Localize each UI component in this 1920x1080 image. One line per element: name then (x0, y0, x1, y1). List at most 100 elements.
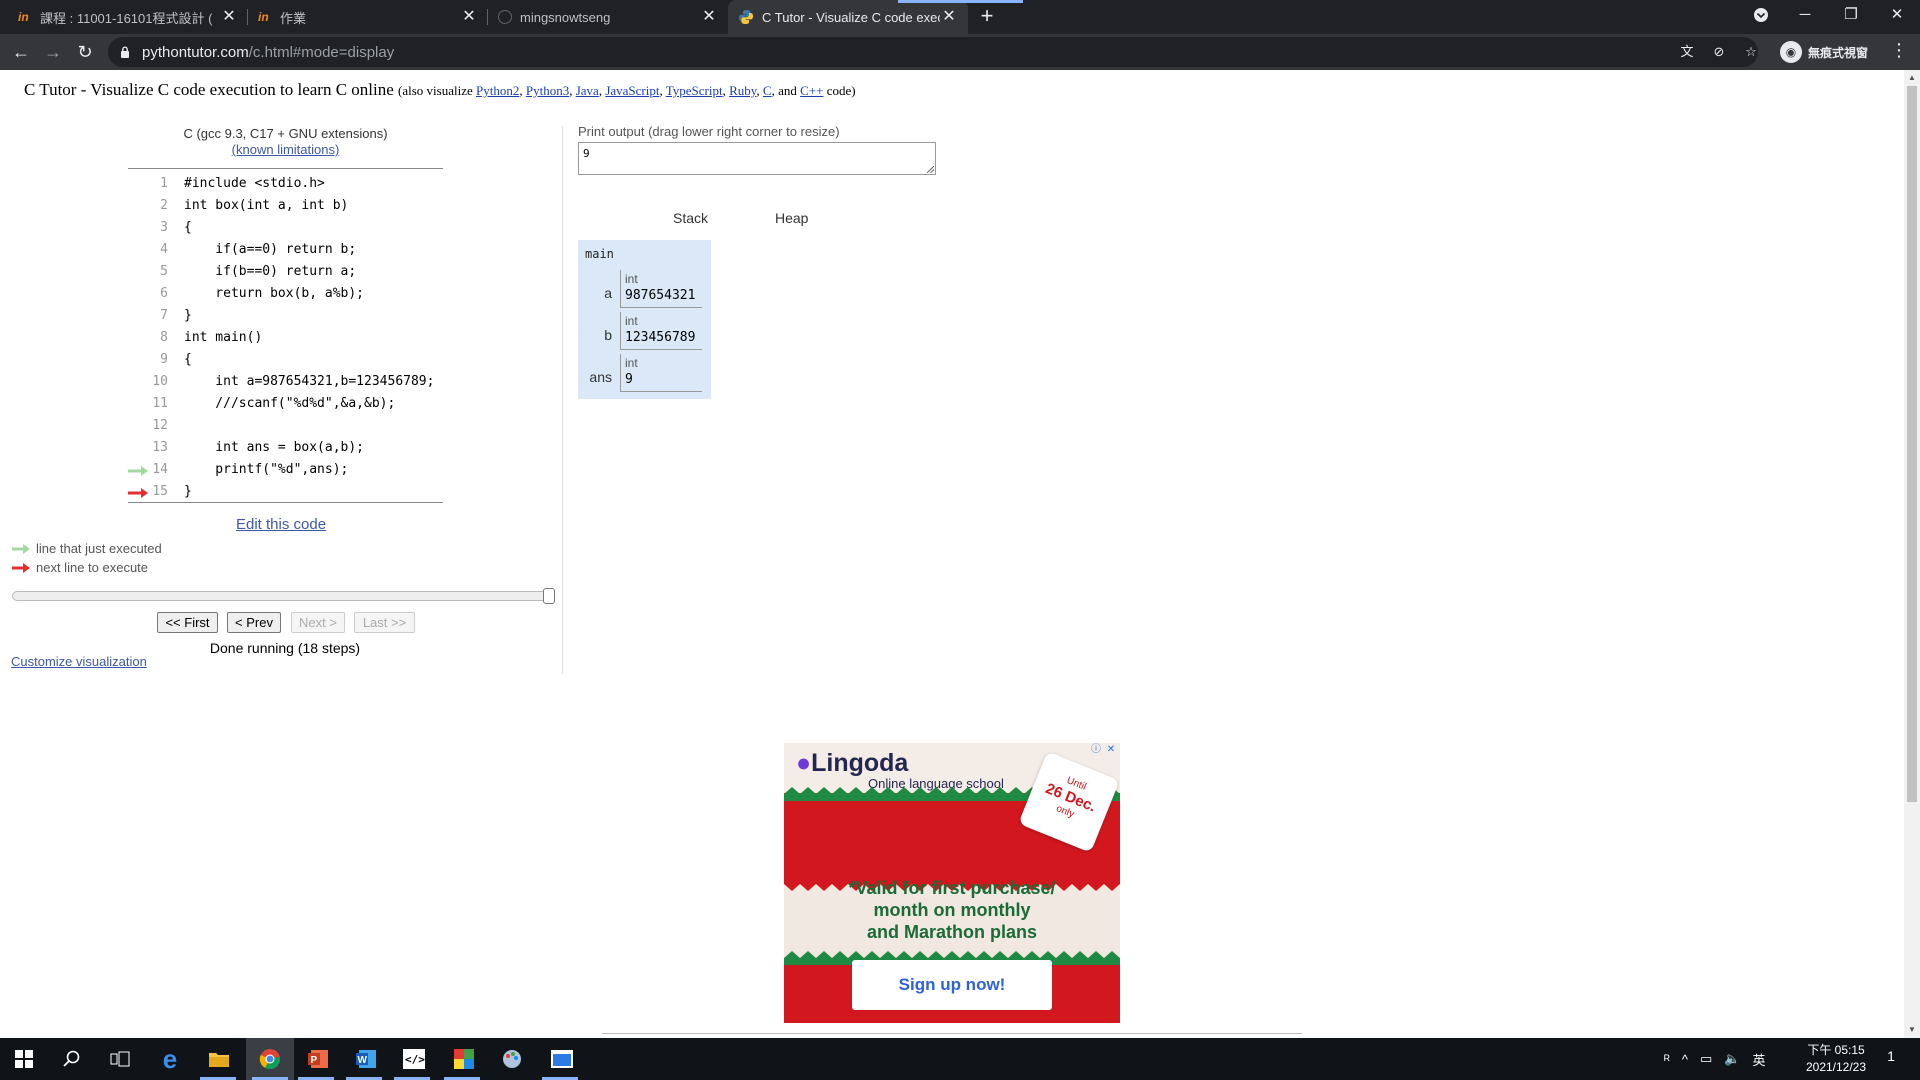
line-number: 9 (160, 352, 168, 367)
new-tab-button[interactable]: + (975, 5, 999, 29)
chevron-up-icon[interactable]: ^ (1682, 1052, 1688, 1067)
ad-choices[interactable]: ⓘ ✕ (1090, 744, 1117, 756)
ad-close-icon[interactable]: ✕ (1105, 744, 1117, 756)
ad-brand: Lingoda (811, 749, 909, 777)
tab-course[interactable]: in 課程 : 11001-16101程式設計 ( ✕ (8, 0, 248, 34)
ad-info-icon[interactable]: ⓘ (1090, 744, 1102, 756)
minimize-icon[interactable]: ─ (1782, 0, 1828, 30)
more-menu-icon[interactable]: ⋮ (1890, 40, 1908, 61)
line-number: 5 (160, 264, 168, 279)
tab-search-icon[interactable] (1738, 0, 1784, 30)
close-icon[interactable]: ✕ (700, 8, 718, 26)
last-button[interactable]: Last >> (354, 612, 415, 633)
ad-logo: ●Lingoda (796, 749, 908, 778)
address-bar[interactable]: pythontutor.com/c.html#mode=display 文 ⊘ … (108, 37, 1758, 67)
customize-link[interactable]: Customize visualization (11, 654, 147, 669)
heap-label: Heap (775, 210, 809, 226)
ime-indicator[interactable]: 英 (1752, 1050, 1765, 1069)
also-visualize: (also visualize Python2, Python3, Java, … (398, 83, 856, 98)
execution-slider[interactable] (12, 588, 555, 604)
var-cell: int 987654321 (620, 270, 702, 308)
frame-name: main (585, 247, 614, 261)
first-button[interactable]: << First (157, 612, 218, 633)
network-icon[interactable]: ▭ (1700, 1051, 1712, 1067)
link-ruby[interactable]: Ruby (729, 83, 756, 98)
app-grid-icon[interactable] (448, 1043, 480, 1075)
people-icon[interactable]: ᴿ (1664, 1052, 1670, 1067)
notification-icon[interactable]: 1 (1880, 1048, 1902, 1070)
forward-icon[interactable]: → (41, 40, 65, 64)
line-number: 11 (152, 396, 168, 411)
line-number: 1 (160, 176, 168, 191)
ad-text-line: *Valid for first purchase/ (848, 878, 1056, 898)
code-editor-icon[interactable]: </> (398, 1043, 430, 1075)
reload-icon[interactable]: ↻ (73, 40, 97, 64)
link-java[interactable]: Java (576, 83, 599, 98)
edge-icon[interactable]: e (154, 1043, 186, 1075)
scroll-up-icon[interactable]: ▲ (1907, 73, 1917, 83)
link-python3[interactable]: Python3 (526, 83, 569, 98)
advertisement[interactable]: ●Lingoda Online language school *Valid f… (784, 743, 1120, 1023)
code-line: 14 printf("%d",ans); (128, 459, 443, 481)
taskbar-clock[interactable]: 下午 05:15 2021/12/23 (1792, 1042, 1880, 1076)
code-line: 8 int main() (128, 327, 443, 349)
chrome-icon[interactable] (254, 1043, 286, 1075)
code-line: 11 ///scanf("%d%d",&a,&b); (128, 393, 443, 415)
line-number: 6 (160, 286, 168, 301)
slider-handle[interactable] (543, 588, 555, 604)
tab-highlight (898, 0, 1023, 3)
ad-rule (602, 1033, 1302, 1034)
restore-icon[interactable]: ❐ (1828, 0, 1874, 30)
scroll-thumb[interactable] (1907, 86, 1917, 802)
window-close-icon[interactable]: ✕ (1874, 0, 1920, 30)
link-cpp[interactable]: C++ (800, 83, 823, 98)
print-output-box[interactable]: 9 (578, 142, 936, 175)
search-icon[interactable] (56, 1043, 88, 1075)
known-limitations-link[interactable]: (known limitations) (232, 142, 340, 157)
translate-icon[interactable]: 文 (1678, 43, 1696, 61)
tab-github[interactable]: mingsnowtseng ✕ (488, 0, 728, 34)
link-python2[interactable]: Python2 (476, 83, 519, 98)
code-text: } (184, 308, 192, 323)
paint-icon[interactable] (496, 1043, 528, 1075)
page-scrollbar[interactable]: ▲ ▼ (1904, 70, 1920, 1038)
link-javascript[interactable]: JavaScript (605, 83, 659, 98)
also-and: and (778, 83, 797, 98)
next-button[interactable]: Next > (291, 612, 345, 633)
incognito-badge[interactable]: ◉ 無痕式視窗 (1780, 39, 1868, 65)
scroll-down-icon[interactable]: ▼ (1907, 1025, 1917, 1035)
eye-off-icon[interactable]: ⊘ (1710, 43, 1728, 61)
tab-c-tutor[interactable]: C Tutor - Visualize C code exec ✕ (728, 0, 968, 34)
back-icon[interactable]: ← (9, 40, 33, 64)
sign-up-button[interactable]: Sign up now! (852, 960, 1052, 1010)
arrow-right-icon (12, 562, 30, 573)
tab-homework[interactable]: in 作業 ✕ (248, 0, 488, 34)
close-icon[interactable]: ✕ (940, 8, 958, 26)
close-icon[interactable]: ✕ (220, 8, 238, 26)
word-icon[interactable]: W (350, 1043, 382, 1075)
file-explorer-icon[interactable] (203, 1043, 235, 1075)
tab-title: 作業 (280, 10, 307, 26)
stack-var: ans int 9 (578, 354, 711, 394)
powerpoint-icon[interactable]: P (302, 1043, 334, 1075)
line-number: 12 (152, 418, 168, 433)
link-typescript[interactable]: TypeScript (666, 83, 723, 98)
svg-text:</>: </> (405, 1053, 425, 1066)
link-c[interactable]: C (763, 83, 772, 98)
code-line: 10 int a=987654321,b=123456789; (128, 371, 443, 393)
python-icon (739, 10, 753, 24)
code-line: 5 if(b==0) return a; (128, 261, 443, 283)
resize-grip-icon[interactable] (927, 166, 934, 173)
task-view-icon[interactable] (104, 1043, 136, 1075)
lingoda-logo-icon: ● (796, 749, 812, 777)
prev-button[interactable]: < Prev (227, 612, 281, 633)
windows-start-icon[interactable] (8, 1043, 40, 1075)
window-app-icon[interactable] (546, 1043, 578, 1075)
close-icon[interactable]: ✕ (460, 8, 478, 26)
star-icon[interactable]: ☆ (1742, 43, 1760, 61)
volume-icon[interactable]: 🔈 (1724, 1051, 1740, 1067)
edit-code-link[interactable]: Edit this code (236, 516, 326, 533)
code-listing: 1 #include <stdio.h> 2 int box(int a, int b… (128, 173, 443, 503)
tab-title: 課程 : 11001-16101程式設計 ( (40, 10, 213, 26)
url-path: /c.html#mode=display (248, 44, 395, 61)
